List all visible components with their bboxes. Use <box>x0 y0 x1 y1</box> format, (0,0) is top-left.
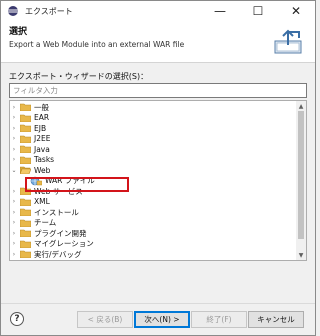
back-button[interactable]: < 戻る(B) <box>77 311 133 328</box>
wizard-banner: 選択 Export a Web Module into an external … <box>1 21 315 63</box>
expand-chevron-icon[interactable]: › <box>10 228 18 238</box>
tree-item-label: チーム <box>34 218 57 228</box>
expand-chevron-icon[interactable]: › <box>10 113 18 123</box>
collapse-chevron-icon[interactable]: ⌄ <box>10 165 18 175</box>
tree-item-label: J2EE <box>34 134 51 144</box>
title-bar: エクスポート — ☐ ✕ <box>1 1 315 21</box>
tree-item-label: Java <box>34 144 50 154</box>
page-title: 選択 <box>9 27 28 37</box>
expand-chevron-icon[interactable]: › <box>10 123 18 133</box>
tree-item-general[interactable]: › 一般 <box>10 102 296 113</box>
tree-item-label: EAR <box>34 113 50 123</box>
eclipse-app-icon <box>7 5 19 17</box>
wizard-tree[interactable]: › 一般 › EAR › EJB › J2EE › Java › Tasks ⌄… <box>9 100 307 261</box>
tree-item-label: マイグレーション <box>34 239 94 249</box>
folder-icon <box>20 240 31 248</box>
tree-item-label: Web <box>34 165 51 175</box>
tree-item-migration[interactable]: › マイグレーション <box>10 239 296 250</box>
scroll-up-icon[interactable]: ▲ <box>296 101 306 111</box>
export-dialog: エクスポート — ☐ ✕ 選択 Export a Web Module into… <box>0 0 316 336</box>
tree-item-label: 実行/デバッグ <box>34 249 82 259</box>
folder-icon <box>20 208 31 217</box>
selection-highlight-box <box>25 177 129 192</box>
minimize-button[interactable]: — <box>201 1 239 21</box>
folder-icon <box>20 250 31 259</box>
scroll-thumb[interactable] <box>298 111 304 239</box>
tree-item-j2ee[interactable]: › J2EE <box>10 134 296 145</box>
tree-item-java[interactable]: › Java <box>10 144 296 155</box>
maximize-button[interactable]: ☐ <box>239 1 277 21</box>
next-button[interactable]: 次へ(N) > <box>134 311 190 328</box>
tree-item-label: インストール <box>34 207 79 217</box>
expand-chevron-icon[interactable]: › <box>10 144 18 154</box>
expand-chevron-icon[interactable]: › <box>10 134 18 144</box>
expand-chevron-icon[interactable]: › <box>10 218 18 228</box>
folder-icon <box>20 156 31 164</box>
expand-chevron-icon[interactable]: › <box>10 186 18 196</box>
expand-chevron-icon[interactable]: › <box>10 239 18 249</box>
window-title: エクスポート <box>25 6 73 16</box>
expand-chevron-icon[interactable]: › <box>10 155 18 165</box>
export-icon <box>273 27 305 55</box>
tree-item-label: 一般 <box>34 102 49 112</box>
folder-icon <box>20 198 31 206</box>
folder-icon <box>20 145 31 154</box>
folder-open-icon <box>20 166 31 175</box>
finish-button[interactable]: 終了(F) <box>191 311 247 328</box>
tree-item-team[interactable]: › チーム <box>10 218 296 229</box>
tree-item-run-debug[interactable]: › 実行/デバッグ <box>10 249 296 260</box>
tree-item-web[interactable]: ⌄ Web <box>10 165 296 176</box>
wizard-select-label: エクスポート・ウィザードの選択(S)： <box>9 72 149 81</box>
tree-item-label: Tasks <box>34 155 55 165</box>
folder-icon <box>20 114 31 122</box>
tree-item-label: XML <box>34 197 50 207</box>
folder-icon <box>20 135 31 143</box>
vertical-scrollbar[interactable]: ▲ ▼ <box>296 101 306 260</box>
folder-icon <box>20 124 31 133</box>
expand-chevron-icon[interactable]: › <box>10 197 18 207</box>
tree-item-ejb[interactable]: › EJB <box>10 123 296 134</box>
expand-chevron-icon[interactable]: › <box>10 207 18 217</box>
folder-icon <box>20 229 31 238</box>
tree-item-install[interactable]: › インストール <box>10 207 296 218</box>
footer-separator <box>1 303 315 304</box>
filter-input[interactable] <box>9 83 307 98</box>
expand-chevron-icon[interactable]: › <box>10 102 18 112</box>
close-button[interactable]: ✕ <box>277 1 315 21</box>
tree-item-plugin-development[interactable]: › プラグイン開発 <box>10 228 296 239</box>
tree-item-ear[interactable]: › EAR <box>10 113 296 124</box>
folder-icon <box>20 103 31 112</box>
folder-icon <box>20 219 31 227</box>
tree-item-tasks[interactable]: › Tasks <box>10 155 296 166</box>
expand-chevron-icon[interactable]: › <box>10 249 18 259</box>
tree-item-label: プラグイン開発 <box>34 228 87 238</box>
page-description: Export a Web Module into an external WAR… <box>9 40 185 49</box>
tree-item-xml[interactable]: › XML <box>10 197 296 208</box>
tree-item-label: EJB <box>34 123 47 133</box>
help-icon[interactable]: ? <box>10 312 24 326</box>
cancel-button[interactable]: キャンセル <box>248 311 304 328</box>
scroll-down-icon[interactable]: ▼ <box>296 250 306 260</box>
